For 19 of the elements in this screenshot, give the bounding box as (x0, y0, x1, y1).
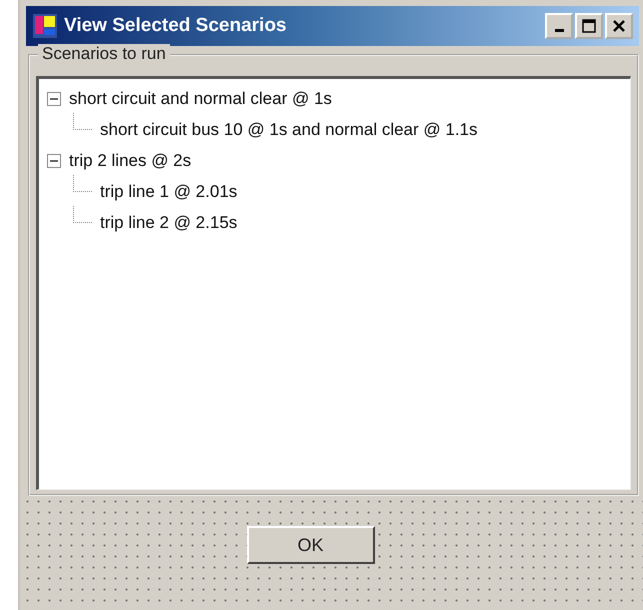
close-button[interactable] (605, 13, 633, 39)
tree-item[interactable]: trip line 1 @ 2.01s (98, 180, 240, 202)
connector-line (73, 113, 92, 130)
app-icon (32, 13, 58, 39)
minimize-icon (554, 29, 564, 32)
collapse-icon[interactable] (47, 92, 61, 106)
maximize-icon (582, 19, 596, 33)
window-title: View Selected Scenarios (64, 15, 288, 37)
connector-line (73, 206, 92, 223)
tree-item[interactable]: short circuit bus 10 @ 1s and normal clear @ 1.1s (98, 118, 480, 140)
close-icon (612, 19, 626, 33)
collapse-icon[interactable] (47, 154, 61, 168)
tree-item[interactable]: trip line 2 @ 2.15s (98, 212, 240, 234)
minimize-button[interactable] (545, 13, 573, 39)
tree-item[interactable]: short circuit and normal clear @ 1s (67, 88, 334, 110)
connector-line (73, 175, 92, 192)
maximize-button[interactable] (575, 13, 603, 39)
tree-item[interactable]: trip 2 lines @ 2s (67, 150, 194, 172)
ok-button[interactable]: OK (246, 526, 374, 564)
